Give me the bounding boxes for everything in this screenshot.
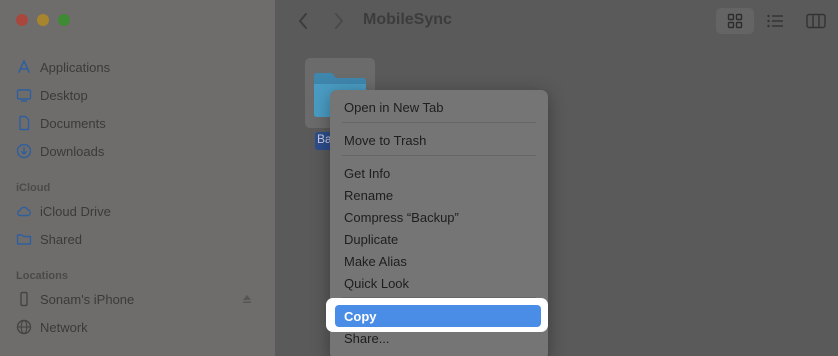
column-view-button[interactable] (803, 8, 829, 34)
sidebar-item-icloud-drive[interactable]: iCloud Drive (16, 201, 111, 221)
menu-item-get-info[interactable]: Get Info (330, 162, 548, 184)
chevron-left-icon (299, 13, 307, 29)
applications-icon (16, 59, 32, 75)
sidebar-item-label: Desktop (40, 87, 88, 103)
menu-item-compress[interactable]: Compress “Backup” (330, 206, 548, 228)
sidebar: Applications Desktop Documents Downloads… (0, 0, 275, 356)
close-window-button[interactable] (16, 14, 28, 26)
menu-item-copy[interactable]: Copy (335, 305, 541, 327)
sidebar-item-label: Shared (40, 231, 82, 247)
minimize-window-button[interactable] (37, 14, 49, 26)
menu-item-rename[interactable]: Rename (330, 184, 548, 206)
zoom-window-button[interactable] (58, 14, 70, 26)
list-view-button[interactable] (762, 8, 788, 34)
section-heading-icloud: iCloud (16, 182, 51, 194)
sidebar-item-downloads[interactable]: Downloads (16, 141, 104, 161)
shared-folder-icon (16, 231, 32, 247)
menu-item-open-new-tab[interactable]: Open in New Tab (330, 96, 548, 118)
sidebar-item-applications[interactable]: Applications (16, 57, 110, 77)
iphone-icon (16, 291, 32, 307)
chevron-right-icon (335, 13, 343, 29)
icon-view-button[interactable] (716, 8, 754, 34)
sidebar-item-documents[interactable]: Documents (16, 113, 106, 133)
forward-button[interactable] (329, 11, 349, 31)
window-controls (16, 14, 70, 26)
menu-item-duplicate[interactable]: Duplicate (330, 228, 548, 250)
download-icon (16, 143, 32, 159)
menu-separator (342, 155, 536, 156)
sidebar-item-label: Applications (40, 59, 111, 75)
sidebar-item-label: Downloads (40, 143, 105, 159)
menu-item-quick-look[interactable]: Quick Look (330, 272, 548, 294)
menu-separator (342, 122, 536, 123)
toolbar: MobileSync (275, 0, 838, 44)
network-icon (16, 319, 32, 335)
grid-icon (727, 13, 743, 29)
cloud-icon (16, 203, 32, 219)
eject-icon[interactable] (242, 294, 252, 304)
sidebar-item-iphone[interactable]: Sonam's iPhone (16, 289, 134, 309)
sidebar-item-label: iCloud Drive (40, 203, 111, 219)
menu-item-make-alias[interactable]: Make Alias (330, 250, 548, 272)
desktop-icon (16, 87, 32, 103)
sidebar-item-shared[interactable]: Shared (16, 229, 82, 249)
back-button[interactable] (293, 11, 313, 31)
window-title: MobileSync (363, 11, 452, 28)
list-icon (767, 14, 783, 28)
section-heading-locations: Locations (16, 270, 68, 282)
sidebar-item-network[interactable]: Network (16, 317, 88, 337)
sidebar-item-label: Documents (40, 115, 106, 131)
menu-item-move-to-trash[interactable]: Move to Trash (330, 129, 548, 151)
document-icon (16, 115, 32, 131)
sidebar-item-desktop[interactable]: Desktop (16, 85, 88, 105)
columns-icon (806, 13, 826, 29)
sidebar-item-label: Sonam's iPhone (40, 291, 135, 307)
sidebar-item-label: Network (40, 319, 88, 335)
